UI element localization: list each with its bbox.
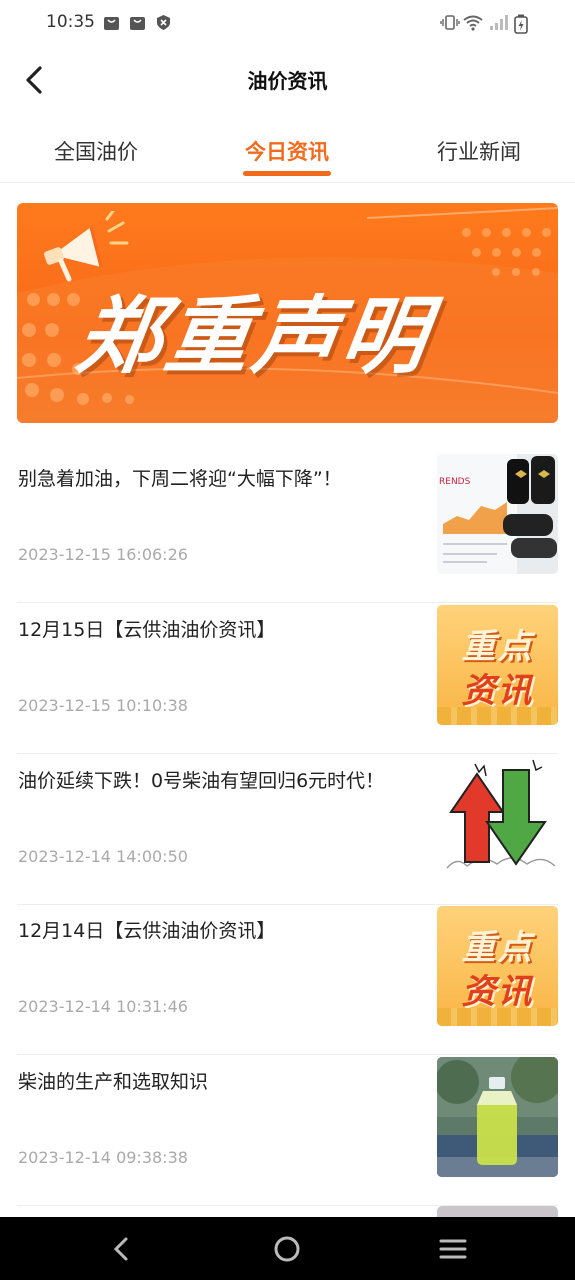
coins-decoration	[437, 707, 558, 725]
news-title: 12月14日【云供油油价资讯】	[18, 920, 276, 942]
tab-bar: 全国油价 今日资讯 行业新闻	[0, 118, 575, 183]
system-nav-bar	[0, 1217, 575, 1280]
signal-icon	[490, 15, 508, 30]
banner-dot	[45, 323, 59, 337]
key-news-image: 重点 资讯	[437, 605, 558, 725]
menu-lines-icon[interactable]	[437, 1233, 469, 1265]
thumb-text: 重点	[461, 627, 534, 667]
banner-dot	[492, 268, 500, 276]
status-bar: 10:35	[0, 0, 575, 46]
back-triangle-icon[interactable]	[106, 1233, 138, 1265]
news-item[interactable]: 12月14日【云供油油价资讯】 2023-12-14 10:31:46 重点 资…	[17, 904, 558, 1055]
thumb-text: 资讯	[461, 972, 534, 1012]
oil-trends-chart-image: RENDS	[437, 454, 558, 574]
banner-dot	[22, 353, 36, 367]
banner-dot	[472, 248, 481, 257]
banner-dot	[47, 293, 60, 306]
banner-dot	[462, 228, 471, 237]
key-news-image: 重点 资讯	[437, 906, 558, 1026]
banner-dot	[512, 268, 520, 276]
news-title: 别急着加油，下周二将迎“大幅下降”！	[18, 468, 342, 490]
banner-dot	[102, 393, 112, 403]
banner-dot	[25, 383, 39, 397]
banner-dot	[67, 293, 80, 306]
news-item[interactable]: 柴油的生产和选取知识 2023-12-14 09:38:38	[17, 1055, 558, 1206]
shield-icon	[157, 15, 170, 30]
banner-dot	[482, 228, 491, 237]
banner-dot	[22, 323, 36, 337]
banner-dot	[492, 248, 501, 257]
next-news-thumb-partial	[437, 1206, 558, 1217]
coins-decoration	[437, 1008, 558, 1026]
diesel-bottle-image	[437, 1057, 558, 1177]
announcement-banner[interactable]: 郑重声明	[17, 203, 558, 423]
news-date: 2023-12-14 14:00:50	[18, 847, 188, 866]
banner-dot	[532, 268, 540, 276]
news-date: 2023-12-14 09:38:38	[18, 1148, 188, 1167]
active-tab-indicator	[243, 171, 331, 176]
banner-dot	[47, 353, 61, 367]
banner-dot	[27, 293, 40, 306]
news-title: 12月15日【云供油油价资讯】	[18, 619, 276, 641]
news-date: 2023-12-14 10:31:46	[18, 997, 188, 1016]
news-title: 柴油的生产和选取知识	[18, 1071, 209, 1093]
thumb-text: 重点	[461, 928, 534, 968]
bag-icon	[104, 17, 119, 30]
banner-dot	[532, 248, 541, 257]
app-header: 油价资讯	[0, 46, 575, 112]
news-item[interactable]: 别急着加油，下周二将迎“大幅下降”！ 2023-12-15 16:06:26 R…	[17, 452, 558, 603]
news-item[interactable]: 12月15日【云供油油价资讯】 2023-12-15 10:10:38 重点 资…	[17, 603, 558, 754]
banner-text: 郑重声明	[71, 287, 437, 385]
thumb-text: 资讯	[461, 671, 534, 711]
news-date: 2023-12-15 10:10:38	[18, 696, 188, 715]
vibrate-icon	[440, 15, 460, 30]
banner-dot	[542, 228, 551, 237]
news-date: 2023-12-15 16:06:26	[18, 545, 188, 564]
news-title: 油价延续下跌！0号柴油有望回归6元时代！	[18, 770, 385, 792]
battery-charging-icon	[514, 14, 528, 34]
bag-icon	[130, 17, 145, 30]
tab-industry-news[interactable]: 行业新闻	[399, 136, 559, 166]
home-circle-icon[interactable]	[271, 1233, 303, 1265]
banner-dot	[522, 228, 531, 237]
up-down-arrows-image	[437, 756, 558, 876]
wifi-icon	[463, 15, 483, 31]
banner-dot	[502, 228, 511, 237]
tab-today-news[interactable]: 今日资讯	[207, 136, 367, 166]
banner-dot	[512, 248, 521, 257]
banner-dot	[50, 388, 64, 402]
tab-national-oil-price[interactable]: 全国油价	[16, 136, 176, 166]
banner-dot	[77, 393, 89, 405]
status-time: 10:35	[46, 12, 95, 32]
page-title: 油价资讯	[247, 69, 328, 93]
svg-text:RENDS: RENDS	[439, 477, 471, 487]
banner-dot	[125, 395, 134, 404]
news-item[interactable]: 油价延续下跌！0号柴油有望回归6元时代！ 2023-12-14 14:00:50	[17, 754, 558, 905]
